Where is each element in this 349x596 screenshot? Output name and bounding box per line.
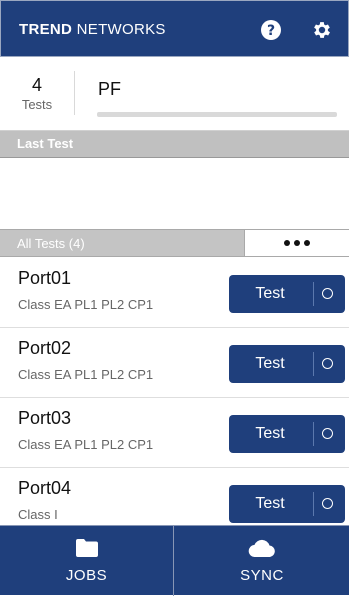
all-tests-label: All Tests (4) [17,236,85,251]
test-button-label: Test [255,495,285,512]
tab-jobs-label: JOBS [65,567,108,584]
port-class: Class EA PL1 PL2 CP1 [18,367,154,382]
brand-bold: TREND [19,21,73,38]
port-name: Port02 [18,338,72,358]
bottom-nav: JOBS SYNC [0,525,349,596]
test-summary: 4 Tests PF [0,57,349,131]
brand-logo: TREND NETWORKS [19,21,166,38]
circle-icon [322,288,333,299]
test-button-label: Test [255,425,285,442]
test-row-port02[interactable]: Port02 Class EA PL1 PL2 CP1 Test [0,328,349,398]
tab-jobs[interactable]: JOBS [0,526,174,596]
more-dot [294,240,300,246]
test-count-label: Tests [21,97,53,112]
circle-icon [322,428,333,439]
progress-bar [97,112,337,117]
test-row-port01[interactable]: Port01 Class EA PL1 PL2 CP1 Test [0,258,349,328]
port-class: Class EA PL1 PL2 CP1 [18,297,154,312]
button-separator [313,282,314,306]
port-name: Port04 [18,478,72,498]
last-test-header: Last Test [0,131,349,158]
all-tests-header: All Tests (4) [0,229,349,257]
button-separator [313,422,314,446]
result-status: PF [98,79,122,99]
more-options-button[interactable] [244,230,349,256]
port-name: Port03 [18,408,72,428]
test-button[interactable]: Test [229,485,345,523]
folder-icon [75,539,98,557]
tab-sync[interactable]: SYNC [175,526,349,596]
app-header: TREND NETWORKS ? [0,0,349,57]
test-button-label: Test [255,355,285,372]
gear-icon[interactable] [311,19,333,41]
svg-text:?: ? [267,23,275,39]
port-name: Port01 [18,268,72,288]
circle-icon [322,358,333,369]
last-test-label: Last Test [17,136,74,151]
circle-icon [322,498,333,509]
last-test-content [0,158,349,229]
test-button[interactable]: Test [229,415,345,453]
more-dot [304,240,310,246]
button-separator [313,492,314,516]
more-dots-icon [284,240,290,246]
brand-regular: NETWORKS [76,21,166,38]
port-class: Class EA PL1 PL2 CP1 [18,437,154,452]
help-circle-icon[interactable]: ? [261,20,281,40]
test-button-label: Test [255,285,285,302]
test-row-port03[interactable]: Port03 Class EA PL1 PL2 CP1 Test [0,398,349,468]
cloud-icon [248,539,275,557]
port-class: Class I [18,507,58,522]
button-separator [313,352,314,376]
divider [74,71,75,115]
tab-sync-label: SYNC [240,567,284,584]
test-button[interactable]: Test [229,275,345,313]
test-count: 4 [31,75,42,95]
test-button[interactable]: Test [229,345,345,383]
